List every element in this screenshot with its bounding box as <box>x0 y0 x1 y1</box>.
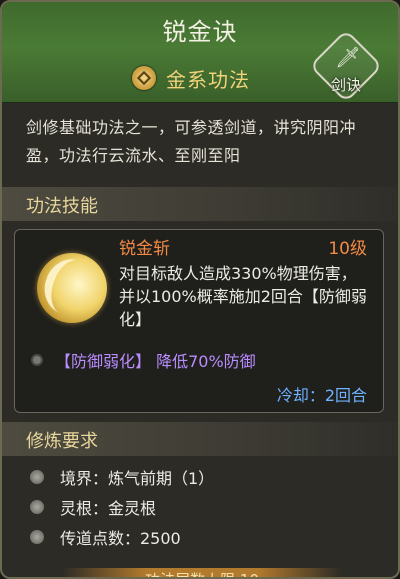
technique-description: 剑修基础功法之一，可参透剑道，讲究阴阳冲盈，功法行云流水、至刚至阳 <box>26 118 357 165</box>
technique-type-label: 金系功法 <box>166 67 250 92</box>
skill-card[interactable]: 锐金斩 10级 对目标敌人造成330%物理伤害，并以100%概率施加2回合【防御… <box>14 229 384 413</box>
bullet-icon <box>30 530 44 544</box>
requirement-item: 传道点数：2500 <box>30 522 214 552</box>
panel-header: 锐金诀 金系功法 🗡 剑诀 <box>2 2 398 103</box>
bullet-icon <box>30 500 44 514</box>
requirements-section-header: 修炼要求 <box>2 422 398 456</box>
metal-element-icon <box>132 66 156 90</box>
technique-type: 金系功法 <box>132 64 250 92</box>
requirement-text: 境界：炼气前期（1） <box>60 469 215 488</box>
requirement-text: 传道点数：2500 <box>60 529 181 548</box>
skills-section-header: 功法技能 <box>2 187 398 221</box>
effect-bullet-icon <box>31 354 43 366</box>
requirement-text: 灵根：金灵根 <box>60 499 157 518</box>
skill-description: 对目标敌人造成330%物理伤害，并以100%概率施加2回合【防御弱化】 <box>119 264 367 329</box>
requirements-list: 境界：炼气前期（1） 灵根：金灵根 传道点数：2500 <box>30 462 214 552</box>
skill-cooldown: 冷却：2回合 <box>276 386 367 405</box>
skill-effect: 【防御弱化】 降低70%防御 <box>31 348 256 372</box>
requirement-item: 灵根：金灵根 <box>30 492 214 522</box>
skill-level: 10级 <box>328 239 367 259</box>
skill-slash-icon <box>37 253 107 323</box>
max-layer-banner: 功法层数上限 10 <box>62 568 342 577</box>
sword-icon: 🗡 <box>335 45 361 69</box>
skills-section-title: 功法技能 <box>26 196 98 217</box>
skill-effect-text: 【防御弱化】 降低70%防御 <box>55 352 256 371</box>
technique-panel: 锐金诀 金系功法 🗡 剑诀 剑修基础功法之一，可参透剑道，讲究阴阳冲盈，功法行云… <box>0 0 400 579</box>
skill-name: 锐金斩 <box>119 239 170 259</box>
requirement-item: 境界：炼气前期（1） <box>30 462 214 492</box>
bullet-icon <box>30 470 44 484</box>
technique-category-badge: 剑诀 <box>330 76 361 94</box>
requirements-section-title: 修炼要求 <box>26 431 98 452</box>
